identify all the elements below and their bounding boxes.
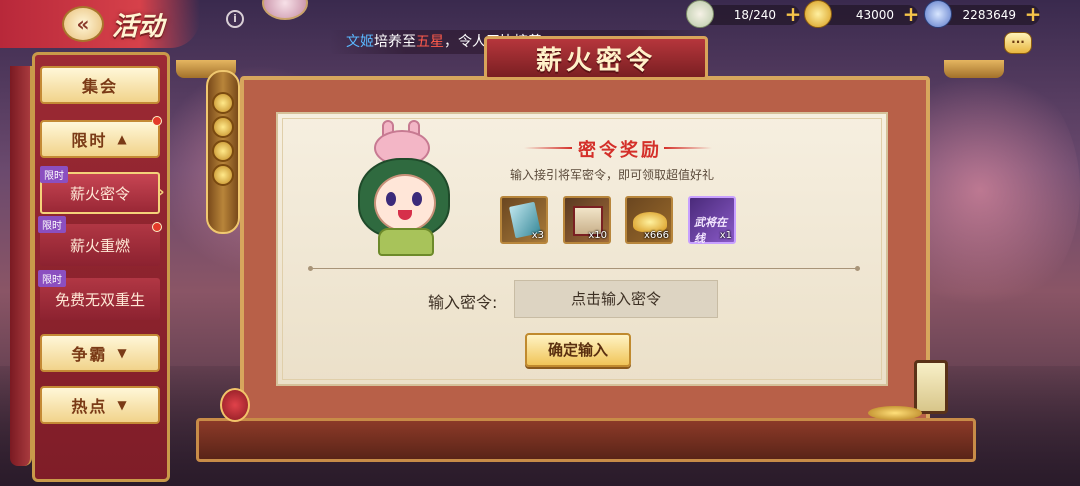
menu-limited-label: 限时 <box>71 131 108 150</box>
resource-gold: 43000 + <box>804 0 920 28</box>
title-ornament-right <box>664 147 712 149</box>
sidebar-item-xinhuo-code[interactable]: 限时 薪火密令 <box>40 166 160 214</box>
limited-tag: 限时 <box>38 270 66 287</box>
header-bar: « 活动 <box>0 0 200 48</box>
title-banner: 薪火密令 <box>484 36 708 80</box>
reward-item-gold-ingot[interactable]: x666 <box>625 196 673 244</box>
menu-limited-button[interactable]: 限时 ▲ <box>40 120 160 158</box>
notification-dot <box>152 116 162 126</box>
sidebar-item-free-rebirth[interactable]: 限时 免费无双重生 <box>38 270 160 320</box>
sidebar-item-label: 薪火密令 <box>69 184 130 203</box>
bun-icon <box>686 0 714 28</box>
marquee-star-text: 五星 <box>416 34 444 50</box>
sidebar-item-xinhuo-relight[interactable]: 限时 薪火重燃 <box>38 216 160 266</box>
title-ornament-left <box>524 147 572 149</box>
add-silver-button[interactable]: + <box>1024 4 1042 24</box>
banner-title: 薪火密令 <box>535 45 656 76</box>
menu-gathering-label: 集会 <box>81 77 118 96</box>
reward-subtitle: 输入接引将军密令，即可领取超值好礼 <box>510 168 715 182</box>
info-icon[interactable]: i <box>226 10 244 28</box>
reward-count: x666 <box>643 230 669 241</box>
sidebar-item-label: 薪火重燃 <box>69 236 130 255</box>
add-gold-button[interactable]: + <box>902 4 920 24</box>
chevron-up-icon: ▲ <box>117 132 129 146</box>
menu-gathering-button[interactable]: 集会 <box>40 66 160 104</box>
chat-icon[interactable]: ··· <box>1004 32 1032 54</box>
reward-item-portrait-scroll[interactable]: x10 <box>563 196 611 244</box>
menu-hot-button[interactable]: 热点 ▼ <box>40 386 160 424</box>
coin-ornament-icon <box>212 116 234 138</box>
chevron-down-icon: ▼ <box>117 346 129 360</box>
lion-dance-icon <box>220 388 250 422</box>
reward-count: x10 <box>588 230 607 241</box>
gold-ingot-icon <box>804 0 832 28</box>
resource-silver: 2283649 + <box>924 0 1042 28</box>
reward-title: 密令奖励 <box>578 140 662 161</box>
limited-tag: 限时 <box>38 216 66 233</box>
roof-eave-right <box>944 60 1004 78</box>
chevron-right-icon: › <box>158 182 165 201</box>
menu-hot-label: 热点 <box>71 397 108 416</box>
marquee-text-1: 培养至 <box>374 34 416 50</box>
mascot-character <box>352 120 456 258</box>
divider <box>308 266 860 271</box>
chevron-down-icon: ▼ <box>117 398 129 412</box>
reward-count: x1 <box>719 230 732 241</box>
coin-ornament-icon <box>212 164 234 186</box>
confirm-button[interactable]: 确定输入 <box>525 333 631 367</box>
code-input[interactable]: 点击输入密令 <box>514 280 718 318</box>
code-label: 输入密令: <box>428 293 498 312</box>
coin-ornament-icon <box>212 92 234 114</box>
resource-stamina: 18/240 + <box>686 0 802 28</box>
page-title: 活动 <box>112 12 165 42</box>
lantern-icon <box>914 360 948 414</box>
board-base <box>196 418 976 462</box>
sidebar-rail <box>10 66 32 466</box>
reward-count: x3 <box>531 230 544 241</box>
marquee-hero-name: 文姬 <box>346 34 374 50</box>
coin-ornament-icon <box>212 140 234 162</box>
limited-tag: 限时 <box>40 166 68 183</box>
reward-item-scroll-card[interactable]: x3 <box>500 196 548 244</box>
gold-ingot-icon <box>633 212 667 232</box>
sidebar-item-label: 免费无双重生 <box>54 290 145 309</box>
menu-compete-button[interactable]: 争霸 ▼ <box>40 334 160 372</box>
notification-dot <box>152 222 162 232</box>
menu-compete-label: 争霸 <box>71 345 108 364</box>
back-arrow-icon[interactable]: « <box>62 6 104 42</box>
gold-pile-icon <box>868 406 922 420</box>
coin-icon <box>924 0 952 28</box>
reward-item-title-badge[interactable]: 武将在线 x1 <box>688 196 736 245</box>
avatar[interactable] <box>262 0 308 20</box>
add-stamina-button[interactable]: + <box>784 4 802 24</box>
